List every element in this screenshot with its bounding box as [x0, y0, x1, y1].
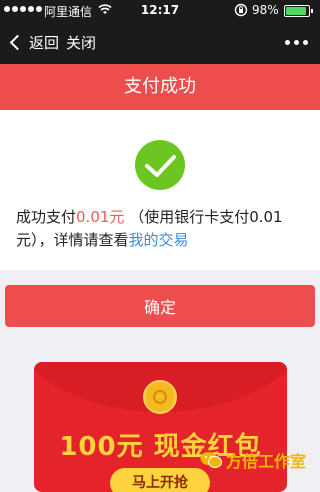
battery-icon: [284, 5, 313, 17]
page-title: 支付成功: [0, 64, 320, 110]
grab-now-button[interactable]: 马上开抢: [110, 468, 210, 492]
back-button[interactable]: 返回: [8, 32, 59, 53]
result-amount: 0.01元: [76, 208, 125, 226]
watermark-text: 方倍工作室: [226, 452, 307, 471]
confirm-button[interactable]: 确定: [5, 285, 315, 327]
my-transactions-link[interactable]: 我的交易: [129, 231, 189, 249]
more-dots-icon: [285, 40, 290, 45]
success-check-icon: [135, 140, 185, 190]
chevron-left-icon: [9, 34, 26, 51]
result-message: 成功支付0.01元 （使用银行卡支付0.01元），详情请查看我的交易: [16, 206, 308, 252]
battery-percent: 98%: [252, 3, 279, 17]
rotation-lock-icon: [234, 3, 248, 17]
red-packet-banner[interactable]: 100元 现金红包 马上开抢: [34, 362, 287, 492]
close-button[interactable]: 关闭: [66, 32, 96, 53]
payment-result-card: 成功支付0.01元 （使用银行卡支付0.01元），详情请查看我的交易: [0, 110, 320, 270]
wechat-icon: [200, 452, 222, 468]
status-bar: 阿里通信 12:17 98%: [0, 0, 320, 20]
coin-icon: [143, 380, 177, 414]
battery-fill: [286, 7, 306, 15]
back-label: 返回: [29, 34, 60, 52]
more-menu-button[interactable]: [285, 40, 308, 45]
nav-bar: 返回 关闭: [0, 20, 320, 64]
watermark: 方倍工作室: [200, 448, 306, 472]
result-prefix: 成功支付: [16, 208, 77, 226]
